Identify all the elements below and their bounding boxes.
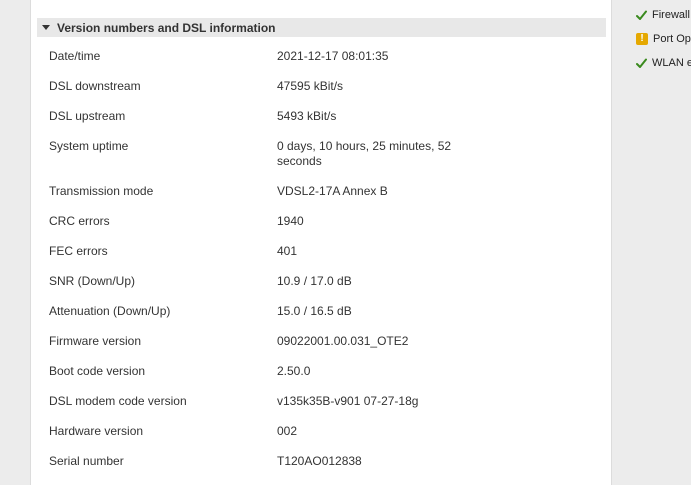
row-value: 2021-12-17 08:01:35 xyxy=(277,49,389,63)
row-value: 09022001.00.031_OTE2 xyxy=(277,334,409,348)
row-label: FEC errors xyxy=(49,244,108,258)
row-value: VDSL2-17A Annex B xyxy=(277,184,388,198)
section-title: Version numbers and DSL information xyxy=(57,20,276,35)
row-label: SNR (Down/Up) xyxy=(49,274,136,288)
dsl-info-panel: Version numbers and DSL information Date… xyxy=(30,0,612,485)
section-header[interactable]: Version numbers and DSL information xyxy=(37,18,606,37)
row-label: Hardware version xyxy=(49,424,144,438)
status-item-label: WLAN e xyxy=(652,57,691,69)
status-item-label: Firewall xyxy=(652,9,690,21)
caret-down-icon[interactable] xyxy=(42,25,50,30)
row-label: Boot code version xyxy=(49,364,146,378)
row-value: 2.50.0 xyxy=(277,364,311,378)
row-value: T120AO012838 xyxy=(277,454,362,468)
row-value: 15.0 / 16.5 dB xyxy=(277,304,352,318)
row-label: System uptime xyxy=(49,139,129,153)
row-label: DSL upstream xyxy=(49,109,126,123)
status-item-port[interactable]: ! Port Ope xyxy=(636,31,691,47)
row-value: 5493 kBit/s xyxy=(277,109,337,123)
row-label: Firmware version xyxy=(49,334,142,348)
row-value: 002 xyxy=(277,424,298,438)
row-label: DSL downstream xyxy=(49,79,141,93)
row-label: Attenuation (Down/Up) xyxy=(49,304,171,318)
row-label: Date/time xyxy=(49,49,101,63)
row-value: 0 days, 10 hours, 25 minutes, 52 seconds xyxy=(277,139,452,168)
status-item-wlan[interactable]: WLAN e xyxy=(636,55,691,71)
row-value: 401 xyxy=(277,244,298,258)
row-value: 1940 xyxy=(277,214,304,228)
row-value: 47595 kBit/s xyxy=(277,79,344,93)
status-item-firewall[interactable]: Firewall xyxy=(636,7,690,23)
row-value: 10.9 / 17.0 dB xyxy=(277,274,352,288)
status-item-label: Port Ope xyxy=(653,33,691,45)
row-label: CRC errors xyxy=(49,214,110,228)
row-label: Serial number xyxy=(49,454,124,468)
row-label: Transmission mode xyxy=(49,184,154,198)
warning-icon: ! xyxy=(636,33,648,45)
check-icon xyxy=(636,10,647,20)
check-icon xyxy=(636,58,647,68)
row-value: v135k35B-v901 07-27-18g xyxy=(277,394,419,408)
status-side-panel: Firewall ! Port Ope WLAN e xyxy=(626,0,691,485)
row-label: DSL modem code version xyxy=(49,394,187,408)
